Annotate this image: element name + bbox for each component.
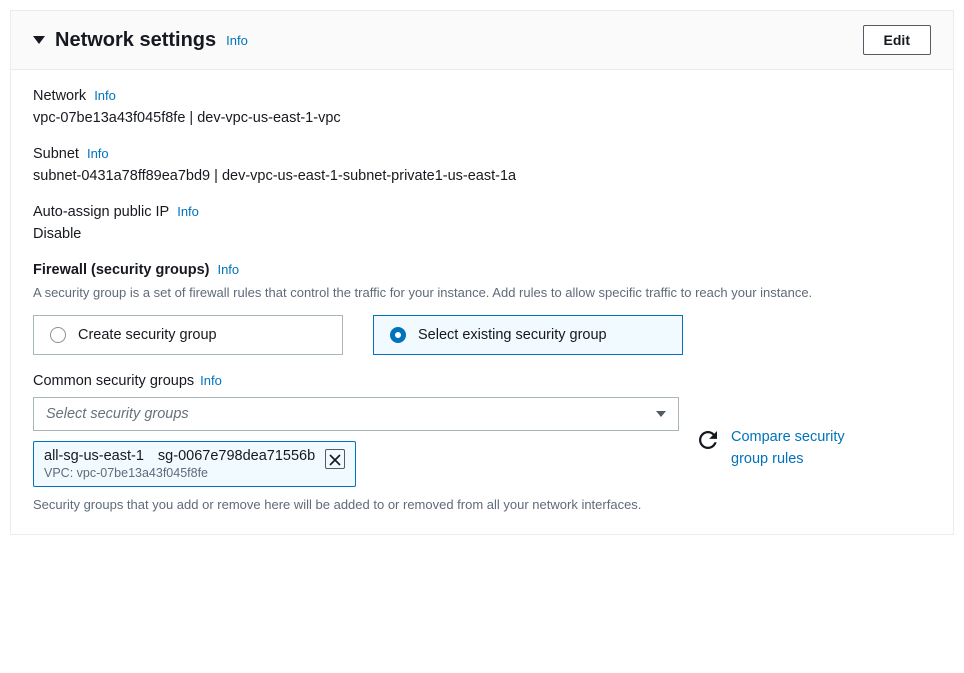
sg-chip-id: sg-0067e798dea71556b <box>158 448 315 464</box>
collapse-caret-icon[interactable] <box>33 36 45 44</box>
select-existing-sg-radio[interactable]: Select existing security group <box>373 315 683 355</box>
compare-sg-rules-link[interactable]: Compare security group rules <box>731 427 881 471</box>
sg-chip-name: all-sg-us-east-1 <box>44 448 144 464</box>
public-ip-value: Disable <box>33 226 931 242</box>
sg-chip-remove-button[interactable] <box>325 449 345 469</box>
firewall-label: Firewall (security groups) <box>33 262 209 278</box>
sg-chip: all-sg-us-east-1 sg-0067e798dea71556b VP… <box>33 441 356 487</box>
create-sg-label: Create security group <box>78 327 217 343</box>
subnet-label: Subnet <box>33 146 79 162</box>
common-sg-label: Common security groups <box>33 373 194 389</box>
header-info-link[interactable]: Info <box>226 33 248 48</box>
public-ip-info-link[interactable]: Info <box>177 204 199 219</box>
panel-header: Network settings Info Edit <box>11 11 953 70</box>
radio-icon <box>390 327 406 343</box>
sg-select-dropdown[interactable]: Select security groups <box>33 397 679 431</box>
panel-title-wrap: Network settings Info <box>33 29 248 52</box>
sg-chip-vpc: VPC: vpc-07be13a43f045f8fe <box>44 466 315 480</box>
firewall-radio-group: Create security group Select existing se… <box>33 315 931 355</box>
refresh-icon[interactable] <box>699 431 717 449</box>
network-settings-panel: Network settings Info Edit Network Info … <box>10 10 954 535</box>
create-sg-radio[interactable]: Create security group <box>33 315 343 355</box>
firewall-description: A security group is a set of firewall ru… <box>33 284 931 303</box>
subnet-value: subnet-0431a78ff89ea7bd9 | dev-vpc-us-ea… <box>33 168 931 184</box>
public-ip-label: Auto-assign public IP <box>33 204 169 220</box>
public-ip-field: Auto-assign public IP Info Disable <box>33 204 931 242</box>
common-sg-info-link[interactable]: Info <box>200 373 222 388</box>
panel-body: Network Info vpc-07be13a43f045f8fe | dev… <box>11 70 953 534</box>
radio-icon <box>50 327 66 343</box>
firewall-info-link[interactable]: Info <box>217 262 239 277</box>
firewall-field: Firewall (security groups) Info A securi… <box>33 262 931 355</box>
subnet-info-link[interactable]: Info <box>87 146 109 161</box>
common-sg-section: Common security groups Info Select secur… <box>33 373 931 512</box>
select-existing-sg-label: Select existing security group <box>418 327 607 343</box>
edit-button[interactable]: Edit <box>863 25 931 55</box>
subnet-field: Subnet Info subnet-0431a78ff89ea7bd9 | d… <box>33 146 931 184</box>
network-info-link[interactable]: Info <box>94 88 116 103</box>
sg-side-actions: Compare security group rules <box>699 397 881 471</box>
network-field: Network Info vpc-07be13a43f045f8fe | dev… <box>33 88 931 126</box>
network-label: Network <box>33 88 86 104</box>
chevron-down-icon <box>656 411 666 417</box>
sg-select-row: Select security groups all-sg-us-east-1 … <box>33 397 931 512</box>
panel-title: Network settings <box>55 29 216 52</box>
sg-helper-text: Security groups that you add or remove h… <box>33 497 679 512</box>
network-value: vpc-07be13a43f045f8fe | dev-vpc-us-east-… <box>33 110 931 126</box>
close-icon <box>329 454 341 466</box>
sg-select-placeholder: Select security groups <box>46 406 189 422</box>
